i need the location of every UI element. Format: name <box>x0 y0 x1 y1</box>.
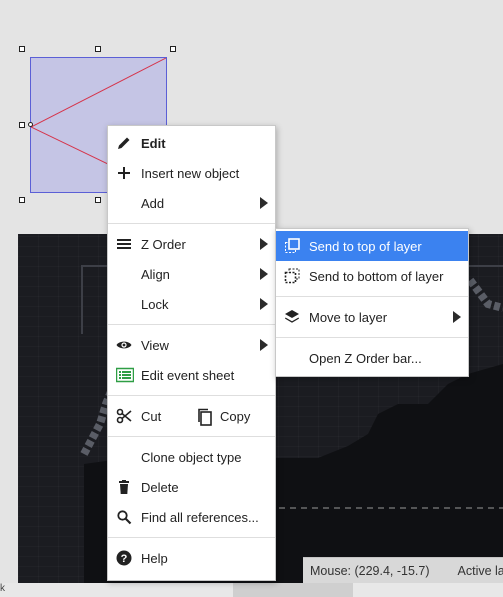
eye-icon <box>116 337 132 353</box>
menu-item-copy[interactable]: Copy <box>192 401 250 431</box>
svg-text:?: ? <box>121 553 128 565</box>
submenu-arrow-icon <box>453 311 461 323</box>
submenu-arrow-icon <box>260 197 268 209</box>
resize-handle-bottom-left[interactable] <box>19 197 25 203</box>
active-layer: Active la <box>457 563 503 578</box>
mouse-position: Mouse: (229.4, -15.7) <box>310 563 430 578</box>
menu-item-z-order[interactable]: Z Order <box>108 229 275 259</box>
bring-front-icon <box>284 238 300 254</box>
menu-separator <box>108 537 275 538</box>
menu-separator <box>108 395 275 396</box>
menu-item-lock[interactable]: Lock <box>108 289 275 319</box>
cut-copy-row: Cut Copy <box>108 401 275 431</box>
submenu-arrow-icon <box>260 298 268 310</box>
submenu-arrow-icon <box>260 339 268 351</box>
resize-handle-top-right[interactable] <box>170 46 176 52</box>
menu-item-send-to-top[interactable]: Send to top of layer <box>276 231 468 261</box>
submenu-arrow-icon <box>260 268 268 280</box>
pencil-icon <box>116 135 132 151</box>
menu-separator <box>276 296 468 297</box>
menu-item-delete[interactable]: Delete <box>108 472 275 502</box>
menu-item-insert-new-object[interactable]: Insert new object <box>108 158 275 188</box>
help-icon: ? <box>116 550 132 566</box>
scissors-icon <box>116 408 132 424</box>
menu-item-edit[interactable]: Edit <box>108 128 275 158</box>
menu-item-clone-object-type[interactable]: Clone object type <box>108 442 275 472</box>
menu-item-edit-event-sheet[interactable]: Edit event sheet <box>108 360 275 390</box>
submenu-arrow-icon <box>260 238 268 250</box>
menu-separator <box>108 324 275 325</box>
context-menu: Edit Insert new object Add Z Order Align… <box>107 125 276 581</box>
resize-handle-bottom[interactable] <box>95 197 101 203</box>
menu-separator <box>108 436 275 437</box>
resize-handle-top-left[interactable] <box>19 46 25 52</box>
send-back-icon <box>284 268 300 284</box>
event-sheet-icon <box>115 367 135 383</box>
layers-icon <box>284 309 300 325</box>
menu-item-align[interactable]: Align <box>108 259 275 289</box>
trash-icon <box>116 479 132 495</box>
menu-separator <box>108 223 275 224</box>
plus-icon <box>116 165 132 181</box>
left-edge-glyph: k <box>0 583 5 594</box>
z-order-submenu: Send to top of layer Send to bottom of l… <box>275 228 469 377</box>
search-icon <box>116 509 132 525</box>
status-bar: Mouse: (229.4, -15.7) Active la <box>303 557 503 583</box>
list-icon <box>116 236 132 252</box>
menu-item-find-all-references[interactable]: Find all references... <box>108 502 275 532</box>
menu-item-add[interactable]: Add <box>108 188 275 218</box>
bottom-tab[interactable] <box>233 583 353 597</box>
resize-handle-left[interactable] <box>19 122 25 128</box>
menu-item-open-z-order-bar[interactable]: Open Z Order bar... <box>276 343 468 373</box>
menu-item-view[interactable]: View <box>108 330 275 360</box>
menu-item-cut[interactable]: Cut <box>108 401 192 431</box>
resize-handle-top[interactable] <box>95 46 101 52</box>
copy-icon <box>196 408 212 426</box>
menu-item-help[interactable]: ? Help <box>108 543 275 573</box>
menu-item-move-to-layer[interactable]: Move to layer <box>276 302 468 332</box>
menu-item-send-to-bottom[interactable]: Send to bottom of layer <box>276 261 468 291</box>
menu-separator <box>276 337 468 338</box>
origin-point[interactable] <box>28 122 33 127</box>
